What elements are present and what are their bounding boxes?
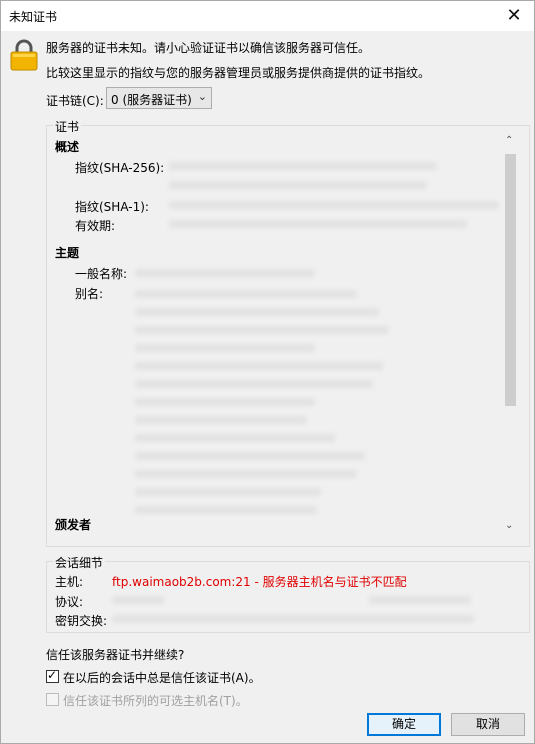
common-name-label: 一般名称: [75, 267, 128, 281]
unknown-certificate-dialog: 未知证书 ✕ 服务器的证书未知。请小心验证证书以确信该服务器可信任。 比较这里显… [0, 0, 535, 744]
common-name-redacted [135, 269, 315, 277]
subject-heading: 主题 [55, 246, 80, 260]
padlock-warning-icon [10, 39, 38, 71]
overview-heading: 概述 [55, 140, 80, 154]
sha256-value-redacted [169, 162, 437, 170]
certificate-scrollbar[interactable]: ⌃ ⌄ [502, 132, 519, 538]
always-trust-label[interactable]: 在以后的会话中总是信任该证书(A)。 [63, 669, 261, 686]
sha1-label: 指纹(SHA-1): [75, 200, 149, 214]
alias-redacted-9 [135, 434, 335, 442]
window-title: 未知证书 [9, 10, 58, 24]
alias-redacted-3 [135, 326, 389, 334]
key-exchange-value-redacted [112, 615, 474, 623]
chevron-up-icon[interactable]: ⌃ [505, 135, 513, 146]
trust-alt-names-checkbox[interactable] [46, 693, 59, 706]
cancel-button[interactable]: 取消 [451, 713, 525, 736]
always-trust-checkbox[interactable]: ✓ [46, 668, 59, 683]
sha256-value-redacted-2 [169, 181, 427, 189]
issuer-heading: 颁发者 [55, 518, 92, 532]
alias-label: 别名: [75, 287, 104, 301]
alias-redacted-7 [135, 398, 315, 406]
alias-redacted-4 [135, 344, 315, 352]
validity-value-redacted [169, 220, 467, 228]
key-exchange-label: 密钥交换: [55, 614, 108, 628]
instruction-message: 比较这里显示的指纹与您的服务器管理员或服务提供商提供的证书指纹。 [46, 66, 431, 80]
alias-redacted-8 [135, 416, 307, 424]
chain-label: 证书链(C): [46, 94, 104, 108]
sha256-label: 指纹(SHA-256): [75, 161, 165, 175]
session-group-label: 会话细节 [53, 554, 106, 571]
validity-label: 有效期: [75, 219, 116, 233]
alias-redacted-1 [135, 290, 357, 298]
protocol-value-redacted [112, 596, 164, 604]
warning-message: 服务器的证书未知。请小心验证证书以确信该服务器可信任。 [46, 41, 371, 55]
trust-question: 信任该服务器证书并继续? [46, 648, 185, 662]
scrollbar-thumb[interactable] [505, 154, 516, 406]
chain-select[interactable]: 0 (服务器证书) ⌄ [106, 87, 212, 109]
alias-redacted-10 [135, 452, 365, 460]
title-bar: 未知证书 ✕ [1, 1, 534, 31]
ok-button[interactable]: 确定 [367, 713, 441, 736]
chevron-down-icon: ⌄ [197, 90, 207, 103]
alias-redacted-12 [135, 488, 321, 496]
close-icon[interactable]: ✕ [494, 1, 534, 31]
host-value: ftp.waimaob2b.com:21 - 服务器主机名与证书不匹配 [112, 575, 407, 589]
protocol-label: 协议: [55, 595, 84, 609]
alias-redacted-11 [135, 470, 357, 478]
alias-redacted-5 [135, 362, 383, 370]
chevron-down-icon[interactable]: ⌄ [505, 520, 513, 531]
chain-select-value: 0 (服务器证书) [111, 93, 192, 107]
alias-redacted-13 [135, 506, 317, 514]
sha1-value-redacted [169, 201, 499, 209]
alias-redacted-2 [135, 308, 379, 316]
protocol-extra-redacted [369, 596, 471, 604]
trust-alt-names-label[interactable]: 信任该证书所列的可选主机名(T)。 [63, 692, 248, 709]
checkmark-icon: ✓ [47, 668, 58, 682]
alias-redacted-6 [135, 380, 373, 388]
host-label: 主机: [55, 575, 84, 589]
